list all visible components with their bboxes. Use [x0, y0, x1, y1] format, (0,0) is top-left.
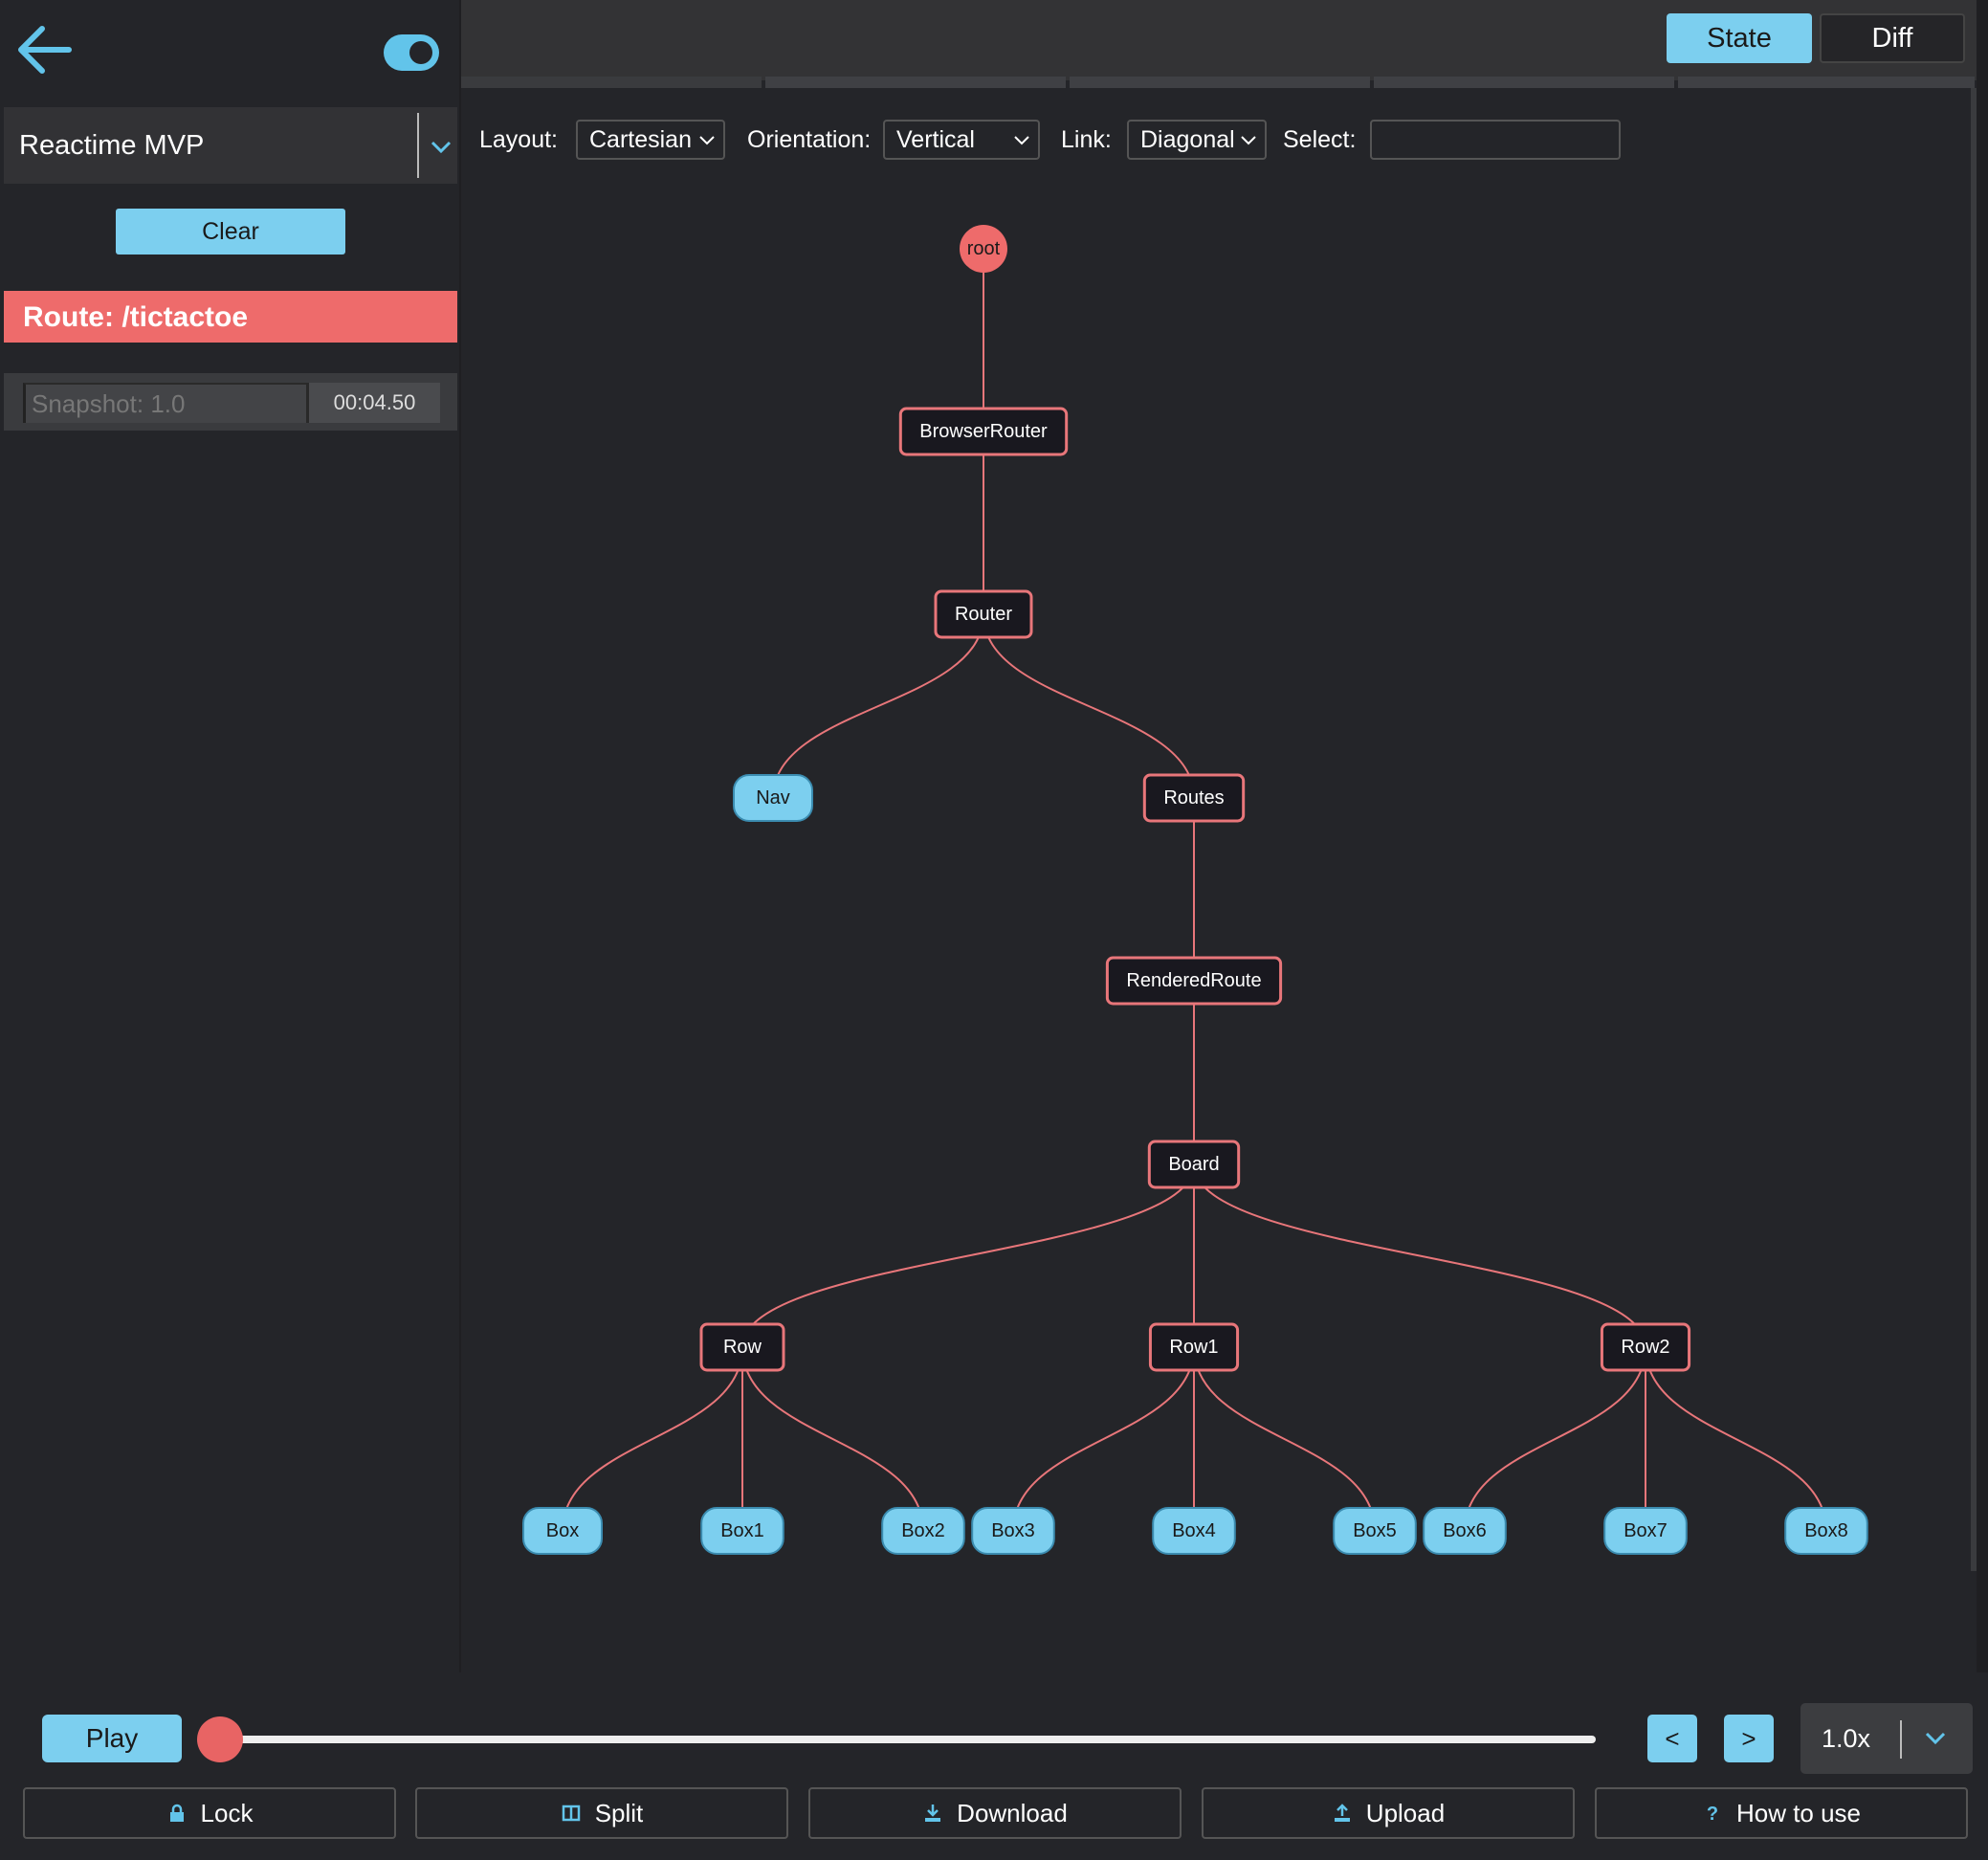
route-label: Route: /tictactoe [23, 301, 249, 333]
bottom-bar: Play < > 1.0x Lock Split Download Upload… [0, 1672, 1988, 1860]
tree-node-label: Box1 [720, 1520, 764, 1541]
app-dropdown[interactable]: Reactime MVP [4, 107, 457, 184]
split-button[interactable]: Split [415, 1787, 788, 1839]
tree-node-label: Box6 [1443, 1520, 1487, 1541]
tree-nodes: root BrowserRouter Router Nav Routes Rendered… [522, 225, 1868, 1555]
tree-node-label: RenderedRoute [1126, 970, 1261, 991]
speed-value: 1.0x [1822, 1724, 1871, 1753]
tree-node-board[interactable]: Board [1147, 1140, 1241, 1189]
tree-node-row1[interactable]: Row1 [1148, 1322, 1240, 1372]
tree-node-box1[interactable]: Box1 [700, 1507, 784, 1555]
download-button[interactable]: Download [808, 1787, 1182, 1839]
tree-node-label: Row2 [1621, 1337, 1669, 1358]
tree-node-label: Row [723, 1337, 762, 1358]
tree-node-box4[interactable]: Box4 [1152, 1507, 1236, 1555]
lock-label: Lock [200, 1798, 254, 1827]
tree-link [772, 613, 984, 799]
upload-button[interactable]: Upload [1202, 1787, 1575, 1839]
download-label: Download [957, 1798, 1068, 1827]
tree-node-label: Box7 [1624, 1520, 1668, 1541]
tree-link [983, 613, 1195, 799]
tree-node-label: Box3 [991, 1520, 1035, 1541]
speed-divider [1900, 1720, 1902, 1759]
tree-node-router[interactable]: Router [934, 589, 1033, 639]
tree-node-box6[interactable]: Box6 [1423, 1507, 1507, 1555]
tree-node-label: BrowserRouter [919, 421, 1048, 442]
tree-node-box2[interactable]: Box2 [881, 1507, 965, 1555]
back-arrow-icon[interactable] [13, 21, 75, 78]
tree-node-label: Box2 [901, 1520, 945, 1541]
tree-node-label: Nav [756, 787, 790, 808]
how-to-use-button[interactable]: ? How to use [1595, 1787, 1968, 1839]
theme-toggle[interactable] [384, 34, 439, 71]
lock-button[interactable]: Lock [23, 1787, 396, 1839]
tree-node-label: Router [955, 604, 1012, 625]
tree-node-box5[interactable]: Box5 [1333, 1507, 1417, 1555]
upload-label: Upload [1365, 1798, 1446, 1827]
chevron-down-icon[interactable] [429, 134, 453, 159]
tree-link [1645, 1346, 1827, 1532]
main-panel: State Diff Layout: Cartesian Orientation… [461, 0, 1977, 1672]
split-icon [562, 1805, 580, 1822]
tree-link [1193, 1346, 1376, 1532]
toggle-knob-icon [409, 41, 432, 64]
app-name: Reactime MVP [19, 130, 205, 161]
tree-node-label: Row1 [1169, 1337, 1218, 1358]
tree-node-label: root [967, 238, 1001, 259]
clear-button[interactable]: Clear [116, 209, 345, 255]
tree-link [1012, 1346, 1195, 1532]
tree-node-row[interactable]: Row [699, 1322, 785, 1372]
tree-node-browserrouter[interactable]: BrowserRouter [898, 407, 1069, 456]
svg-text:?: ? [1707, 1804, 1718, 1824]
tree-node-box8[interactable]: Box8 [1784, 1507, 1868, 1555]
tree-node-routes[interactable]: Routes [1142, 773, 1246, 823]
snapshot-button[interactable]: Snapshot: 1.0 [23, 383, 306, 423]
component-tree: root BrowserRouter Router Nav Routes Rendered… [522, 225, 1868, 1555]
timeline-slider-track[interactable] [220, 1736, 1596, 1743]
tree-node-renderedroute[interactable]: RenderedRoute [1105, 956, 1283, 1006]
speed-dropdown[interactable]: 1.0x [1800, 1703, 1973, 1774]
tree-link [1464, 1346, 1646, 1532]
play-button[interactable]: Play [42, 1715, 182, 1762]
tree-node-label: Board [1168, 1154, 1219, 1175]
question-icon: ? [1707, 1804, 1718, 1824]
lock-icon [169, 1804, 184, 1822]
tree-node-box[interactable]: Box [522, 1507, 603, 1555]
timeline-slider-handle[interactable] [197, 1716, 243, 1762]
snapshot-item[interactable]: Snapshot: 1.0 00:04.50 [4, 373, 457, 431]
split-label: Split [594, 1798, 644, 1827]
tree-node-label: Box8 [1804, 1520, 1848, 1541]
tree-node-box7[interactable]: Box7 [1603, 1507, 1688, 1555]
snapshot-time: 00:04.50 [306, 383, 440, 423]
tree-node-label: Box5 [1353, 1520, 1397, 1541]
tree-node-root[interactable]: root [960, 225, 1007, 273]
dropdown-divider [417, 113, 419, 178]
tree-link [741, 1163, 1195, 1348]
route-banner: Route: /tictactoe [4, 291, 457, 343]
howto-label: How to use [1735, 1798, 1862, 1827]
tree-link [1193, 1163, 1646, 1348]
tree-node-label: Routes [1163, 787, 1224, 808]
tree-node-label: Box4 [1172, 1520, 1216, 1541]
tree-link [741, 1346, 924, 1532]
tree-node-box3[interactable]: Box3 [971, 1507, 1055, 1555]
sidebar-topbar [0, 0, 459, 105]
tree-node-nav[interactable]: Nav [733, 774, 813, 822]
sidebar: Reactime MVP Clear Route: /tictactoe Sna… [0, 0, 459, 1672]
tree-link [562, 1346, 743, 1532]
chevron-down-icon [1925, 1732, 1946, 1745]
tree-node-label: Box [546, 1520, 579, 1541]
next-button[interactable]: > [1724, 1715, 1774, 1762]
download-icon [925, 1805, 941, 1822]
tree-node-row2[interactable]: Row2 [1600, 1322, 1691, 1372]
prev-button[interactable]: < [1647, 1715, 1697, 1762]
upload-icon [1334, 1804, 1350, 1822]
